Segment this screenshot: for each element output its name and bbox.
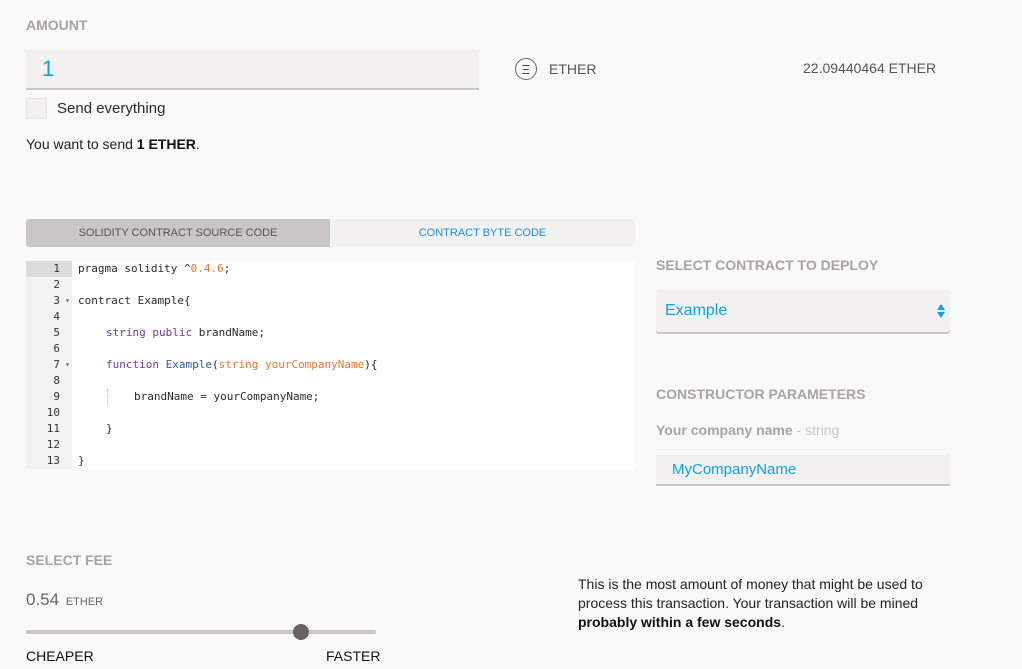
line-number-text: 4 (53, 310, 60, 323)
code-token: ; (223, 262, 231, 275)
contract-select-value: Example (665, 302, 728, 319)
fee-description: This is the most amount of money that mi… (578, 575, 948, 632)
line-number-text: 5 (53, 326, 60, 339)
line-number-text: 6 (53, 342, 60, 355)
checkbox-box[interactable] (26, 98, 47, 119)
line-number: 12 (26, 437, 72, 453)
line-number-text: 3 (53, 294, 60, 307)
cheaper-label: CHEAPER (26, 648, 94, 664)
line-number-text: 1 (53, 262, 60, 275)
send-everything-label: Send everything (57, 100, 166, 117)
code-line: string public brandName; (78, 325, 635, 341)
fee-description-suffix: . (781, 614, 785, 630)
indent-guide (107, 389, 108, 405)
tab-byte-code[interactable]: CONTRACT BYTE CODE (330, 219, 635, 247)
param-name: Your company name (656, 422, 793, 438)
fold-arrow-icon[interactable]: ▾ (65, 357, 70, 373)
fee-slider[interactable] (26, 624, 376, 640)
code-token: ){ (364, 358, 378, 371)
code-token: ( (211, 358, 219, 371)
send-summary: You want to send 1 ETHER. (26, 136, 200, 152)
code-token: string (106, 326, 146, 339)
line-number: 8 (26, 373, 72, 389)
send-everything-checkbox[interactable]: Send everything (26, 98, 165, 119)
param-label: Your company name - string (656, 422, 839, 438)
send-summary-amount: 1 ETHER (136, 136, 196, 152)
line-number-text: 11 (46, 422, 60, 435)
code-token: 0.4.6 (190, 262, 224, 275)
code-token: pragma solidity ^ (78, 262, 191, 275)
code-line: } (78, 421, 635, 437)
line-number: 10 (26, 405, 72, 421)
line-number: 9 (26, 389, 72, 405)
code-line: pragma solidity ^0.4.6; (78, 261, 635, 277)
send-summary-suffix: . (195, 136, 200, 152)
constructor-parameters-label: CONSTRUCTOR PARAMETERS (656, 386, 866, 402)
line-number: 6 (26, 341, 72, 357)
currency-label: ETHER (549, 61, 597, 77)
amount-label: AMOUNT (26, 17, 88, 33)
line-number: 11 (26, 421, 72, 437)
line-number-text: 12 (46, 438, 60, 451)
line-number: 13 (26, 453, 72, 469)
line-number-text: 7 (53, 358, 60, 371)
fee-slider-thumb[interactable] (292, 624, 309, 640)
contract-select[interactable]: Example (656, 290, 950, 332)
select-contract-label: SELECT CONTRACT TO DEPLOY (656, 257, 879, 273)
line-gutter: 1 2 3 ▾ 4 5 6 7 ▾ 8 9 10 11 12 13 (26, 261, 72, 469)
fee-unit: ETHER (65, 596, 104, 608)
line-number-text: 9 (53, 390, 60, 403)
line-number: 5 (26, 325, 72, 341)
fee-amount: 0.54 (26, 590, 60, 609)
faster-label: FASTER (326, 648, 381, 664)
fee-value: 0.54 ETHER (26, 590, 103, 610)
line-number: 2 (26, 277, 72, 293)
code-line: } (78, 453, 635, 469)
code-tabs: SOLIDITY CONTRACT SOURCE CODE CONTRACT B… (26, 219, 635, 247)
code-line: function Example(string yourCompanyName)… (78, 357, 635, 373)
code-token: contract Example{ (78, 294, 191, 307)
code-token: string yourCompanyName (218, 358, 365, 371)
select-arrows-icon (937, 303, 945, 319)
code-area[interactable]: pragma solidity ^0.4.6; contract Example{… (72, 261, 635, 469)
line-number-text: 13 (46, 454, 60, 467)
line-number: 3 ▾ (26, 293, 72, 309)
code-token: } (106, 422, 113, 435)
line-number-text: 10 (46, 406, 60, 419)
tab-solidity-source[interactable]: SOLIDITY CONTRACT SOURCE CODE (26, 219, 330, 247)
code-token: public (152, 326, 193, 339)
line-number: 4 (26, 309, 72, 325)
code-token: brandName = yourCompanyName; (134, 390, 320, 403)
line-number: 7 ▾ (26, 357, 72, 373)
line-number-text: 8 (53, 374, 60, 387)
send-summary-prefix: You want to send (26, 136, 137, 152)
select-fee-label: SELECT FEE (26, 552, 113, 568)
code-line: contract Example{ (78, 293, 635, 309)
code-token: function (106, 358, 159, 371)
code-line: brandName = yourCompanyName; (78, 389, 635, 405)
fee-description-text: This is the most amount of money that mi… (578, 576, 923, 611)
currency-selector[interactable]: Ξ ETHER (515, 58, 596, 80)
ether-icon: Ξ (515, 58, 537, 80)
code-token: } (78, 454, 85, 467)
fee-slider-track[interactable] (26, 630, 376, 634)
line-number: 1 (26, 261, 72, 277)
fee-description-bold: probably within a few seconds (578, 614, 782, 630)
code-token: brandName; (192, 326, 265, 339)
fold-arrow-icon[interactable]: ▾ (65, 293, 70, 309)
param-type: - string (792, 422, 840, 438)
code-token: Example (165, 358, 212, 371)
balance: 22.09440464 ETHER (803, 60, 937, 76)
line-number-text: 2 (53, 278, 60, 291)
company-name-input[interactable] (656, 455, 950, 486)
amount-input[interactable] (26, 50, 479, 90)
code-editor[interactable]: 1 2 3 ▾ 4 5 6 7 ▾ 8 9 10 11 12 13 pragma solidity ^0.4… (26, 261, 635, 469)
